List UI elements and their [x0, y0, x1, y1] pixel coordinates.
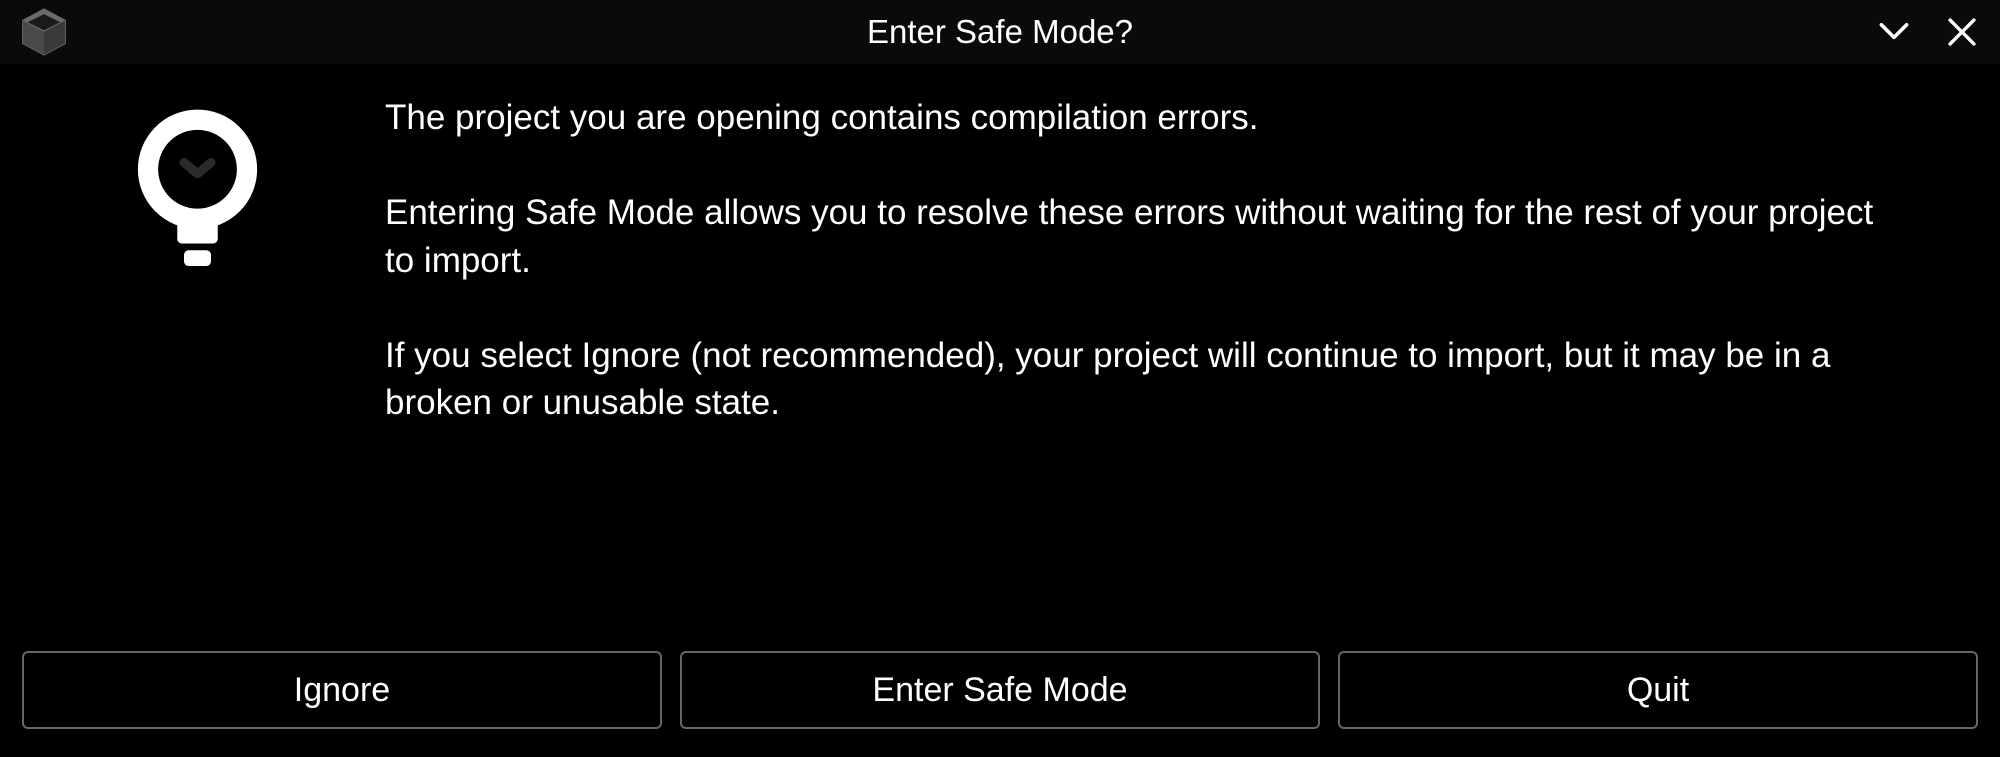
dialog-paragraph-1: The project you are opening contains com…	[385, 94, 1900, 141]
unity-app-icon	[18, 6, 70, 58]
dialog-content: The project you are opening contains com…	[0, 64, 2000, 633]
ignore-button-label: Ignore	[294, 671, 390, 710]
dialog-text: The project you are opening contains com…	[385, 94, 1940, 613]
titlebar: Enter Safe Mode?	[0, 0, 2000, 64]
close-button[interactable]	[1942, 12, 1982, 52]
lightbulb-icon	[130, 104, 265, 289]
quit-button-label: Quit	[1627, 671, 1689, 710]
minimize-button[interactable]	[1874, 12, 1914, 52]
quit-button[interactable]: Quit	[1338, 651, 1978, 729]
enter-safe-mode-button[interactable]: Enter Safe Mode	[680, 651, 1320, 729]
dialog-button-row: Ignore Enter Safe Mode Quit	[0, 633, 2000, 757]
dialog-paragraph-2: Entering Safe Mode allows you to resolve…	[385, 189, 1900, 284]
dialog-title: Enter Safe Mode?	[867, 13, 1133, 51]
ignore-button[interactable]: Ignore	[22, 651, 662, 729]
enter-safe-mode-button-label: Enter Safe Mode	[872, 671, 1127, 710]
window-controls	[1874, 12, 1982, 52]
dialog-paragraph-3: If you select Ignore (not recommended), …	[385, 332, 1900, 427]
dialog-icon-column	[130, 94, 265, 613]
